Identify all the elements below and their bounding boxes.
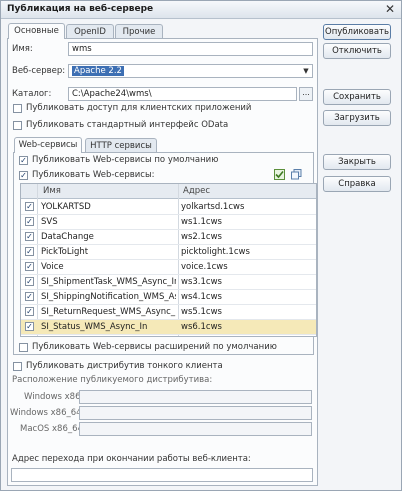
browse-button[interactable]: ... xyxy=(299,87,313,101)
help-button[interactable]: Справка xyxy=(323,176,391,192)
win86-label: Windows x86: xyxy=(24,392,84,402)
web-services-table: Имя Адрес ✓ YOLKARTSD yolkartsd.1cws ✓ SVS ws… xyxy=(20,183,317,337)
close-button[interactable]: Закрыть xyxy=(323,154,391,170)
save-button[interactable]: Сохранить xyxy=(323,89,391,105)
redirect-label: Адрес перехода при окончании работы веб-… xyxy=(12,454,251,464)
copy-icon[interactable] xyxy=(291,169,302,180)
odata-checkbox[interactable] xyxy=(13,121,22,130)
service-name: SI_ReturnRequest_WMS_Async_... xyxy=(41,307,176,317)
service-address: ws4.1cws xyxy=(181,292,222,302)
name-label: Имя: xyxy=(12,44,33,54)
ws-publish-checkbox[interactable]: ✓ xyxy=(19,171,28,180)
service-address: ws5.1cws xyxy=(181,307,222,317)
unpublish-button[interactable]: Отключить xyxy=(323,43,391,59)
ws-publish-label: Публиковать Web-сервисы: xyxy=(32,170,155,180)
service-name: SI_ShippingNotification_WMS_As... xyxy=(41,292,176,302)
client-apps-checkbox[interactable] xyxy=(13,104,22,113)
service-address: voice.1cws xyxy=(181,262,228,272)
thin-client-label: Публиковать дистрибутив тонкого клиента xyxy=(26,361,223,371)
table-row[interactable]: ✓ Voice voice.1cws xyxy=(21,260,316,275)
ws-default-label: Публиковать Web-сервисы по умолчанию xyxy=(32,155,219,165)
check-all-icon[interactable] xyxy=(274,169,285,180)
tab-other[interactable]: Прочие xyxy=(115,24,163,39)
close-icon[interactable]: ✕ xyxy=(385,2,395,16)
tab-http-services[interactable]: HTTP сервисы xyxy=(85,138,157,153)
row-checkbox[interactable]: ✓ xyxy=(25,217,34,226)
tab-main[interactable]: Основные xyxy=(8,23,65,39)
row-checkbox[interactable]: ✓ xyxy=(25,262,34,271)
service-address: picktolight.1cws xyxy=(181,247,250,257)
row-checkbox[interactable]: ✓ xyxy=(25,292,34,301)
table-row[interactable]: ✓ PickToLight picktolight.1cws xyxy=(21,245,316,260)
service-address: ws1.1cws xyxy=(181,217,222,227)
catalog-label: Каталог: xyxy=(12,89,52,99)
row-checkbox[interactable]: ✓ xyxy=(25,247,34,256)
table-row[interactable]: ✓ SI_ShipmentTask_WMS_Async_In ws3.1cws xyxy=(21,275,316,290)
window-title: Публикация на веб-сервере xyxy=(7,4,154,14)
row-checkbox[interactable]: ✓ xyxy=(25,232,34,241)
win64-label: Windows x86_64: xyxy=(10,408,85,418)
service-name: SI_ShipmentTask_WMS_Async_In xyxy=(41,277,176,287)
service-name: PickToLight xyxy=(41,247,89,257)
mac-label: MacOS x86_64: xyxy=(20,424,86,434)
table-row[interactable]: ✓ YOLKARTSD yolkartsd.1cws xyxy=(21,200,316,215)
publish-dialog: Публикация на веб-сервере ✕ Основные Ope… xyxy=(0,0,402,491)
row-checkbox[interactable]: ✓ xyxy=(25,202,34,211)
ws-ext-checkbox[interactable] xyxy=(19,343,28,352)
column-address-header: Адрес xyxy=(183,186,210,196)
service-name: YOLKARTSD xyxy=(41,202,91,212)
service-address: ws2.1cws xyxy=(181,232,222,242)
thin-client-checkbox[interactable] xyxy=(13,362,22,371)
table-row[interactable]: ✓ SVS ws1.1cws xyxy=(21,215,316,230)
publish-button[interactable]: Опубликовать xyxy=(323,24,391,40)
redirect-field[interactable] xyxy=(11,468,313,482)
win86-field[interactable] xyxy=(79,390,312,404)
service-address: yolkartsd.1cws xyxy=(181,202,245,212)
distr-location-label: Расположение публикуемого дистрибутива: xyxy=(12,375,213,385)
name-field[interactable]: wms xyxy=(68,42,313,56)
title-bar: Публикация на веб-сервере ✕ xyxy=(1,1,401,19)
service-name: Voice xyxy=(41,262,64,272)
row-checkbox[interactable]: ✓ xyxy=(25,307,34,316)
service-address: ws3.1cws xyxy=(181,277,222,287)
table-row[interactable]: ✓ SI_ShippingNotification_WMS_As... ws4.1c… xyxy=(21,290,316,305)
odata-label: Публиковать стандартный интерфейс OData xyxy=(26,120,229,130)
ws-default-checkbox[interactable]: ✓ xyxy=(19,156,28,165)
column-name-header: Имя xyxy=(43,186,61,196)
web-server-value: Apache 2.2 xyxy=(72,66,124,76)
row-checkbox[interactable]: ✓ xyxy=(25,322,34,331)
row-checkbox[interactable]: ✓ xyxy=(25,277,34,286)
table-header: Имя Адрес xyxy=(21,184,316,199)
web-server-select[interactable]: Apache 2.2 ▼ xyxy=(68,64,313,78)
ws-ext-label: Публиковать Web-сервисы расширений по ум… xyxy=(32,342,277,352)
service-name: SI_Status_WMS_Async_In xyxy=(41,322,148,332)
tab-openid[interactable]: OpenID xyxy=(66,24,114,39)
table-row[interactable]: ✓ SI_Status_WMS_Async_In ws6.1cws xyxy=(21,320,316,335)
load-button[interactable]: Загрузить xyxy=(323,110,391,126)
table-row[interactable]: ✓ SI_ReturnRequest_WMS_Async_... ws5.1cws xyxy=(21,305,316,320)
catalog-field[interactable]: C:\Apache24\wms\ xyxy=(68,87,297,101)
service-name: DataChange xyxy=(41,232,94,242)
mac-field[interactable] xyxy=(79,422,312,436)
tab-web-services[interactable]: Web-сервисы xyxy=(14,137,82,153)
client-apps-label: Публиковать доступ для клиентских прилож… xyxy=(26,103,252,113)
chevron-down-icon[interactable]: ▼ xyxy=(300,65,312,77)
table-row[interactable]: ✓ DataChange ws2.1cws xyxy=(21,230,316,245)
service-name: SVS xyxy=(41,217,58,227)
win64-field[interactable] xyxy=(79,406,312,420)
web-server-label: Веб-сервер: xyxy=(12,66,66,76)
service-address: ws6.1cws xyxy=(181,322,222,332)
